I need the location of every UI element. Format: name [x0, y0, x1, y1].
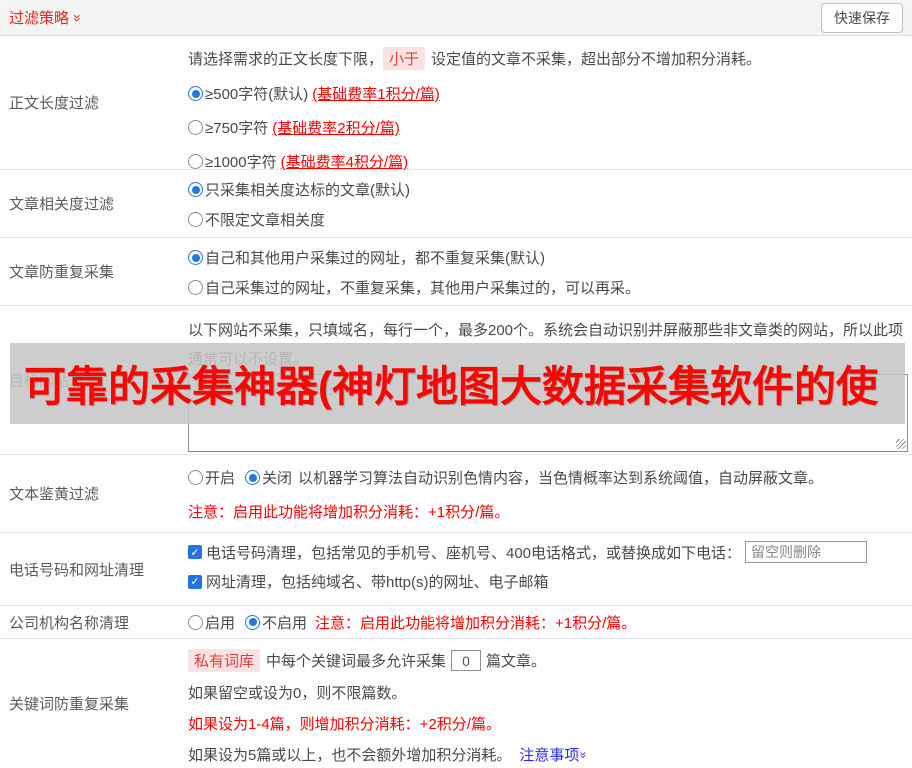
row-keyword-dedup: 关键词防重复采集 私有词库 中每个关键词最多允许采集 篇文章。 如果留空或设为0… — [0, 639, 912, 768]
row-relevance-label: 文章相关度过滤 — [9, 196, 115, 213]
length-intro-badge: 小于 — [383, 47, 426, 70]
topbar: 过滤策略 » 快速保存 — [0, 0, 912, 36]
porn-options-line: 开启 关闭 以机器学习算法自动识别色情内容，当色情概率达到系统阈值，自动屏蔽文章… — [188, 467, 906, 488]
length-option-750[interactable]: ≥750字符 (基础费率2积分/篇) — [188, 117, 906, 138]
length-option-750-label: ≥750字符 — [205, 120, 269, 137]
chevron-down-icon: » — [576, 751, 591, 758]
company-option-on-label[interactable]: 启用 — [205, 612, 235, 633]
relevance-option-strict[interactable]: 只采集相关度达标的文章(默认) — [188, 179, 906, 200]
keyword-limit-line: 私有词库 中每个关键词最多允许采集 篇文章。 — [188, 649, 906, 672]
url-clean-label: 网址清理，包括纯域名、带http(s)的网址、电子邮箱 — [206, 574, 549, 591]
row-length-label: 正文长度过滤 — [9, 95, 100, 112]
length-option-500-label: ≥500字符(默认) — [205, 86, 309, 103]
notice-link-label: 注意事项 — [519, 747, 580, 764]
length-option-750-fee: (基础费率2积分/篇) — [272, 120, 400, 137]
resize-grip-icon[interactable] — [896, 439, 906, 449]
keyword-limit-input[interactable] — [451, 650, 482, 671]
radio-checked-icon[interactable] — [245, 614, 261, 630]
dedup-option-global-label: 自己和其他用户采集过的网址，都不重复采集(默认) — [205, 250, 545, 267]
length-intro-suffix: 设定值的文章不采集，超出部分不增加积分消耗。 — [431, 51, 762, 68]
row-porn-content: 开启 关闭 以机器学习算法自动识别色情内容，当色情概率达到系统阈值，自动屏蔽文章… — [188, 455, 912, 532]
row-phone-content: ✓ 电话号码清理，包括常见的手机号、座机号、400电话格式，或替换成如下电话： … — [188, 533, 912, 605]
row-phone-url-clean: 电话号码和网址清理 ✓ 电话号码清理，包括常见的手机号、座机号、400电话格式，… — [0, 533, 912, 606]
company-note: 注意：启用此功能将增加积分消耗：+1积分/篇。 — [315, 614, 637, 632]
chevron-down-icon: » — [69, 13, 86, 22]
keyword-limit-suffix: 篇文章。 — [486, 653, 547, 670]
dedup-option-global[interactable]: 自己和其他用户采集过的网址，都不重复采集(默认) — [188, 247, 906, 268]
company-option-off-label[interactable]: 不启用 — [262, 612, 307, 633]
length-option-500-fee: (基础费率1积分/篇) — [312, 86, 440, 103]
row-company-label: 公司机构名称清理 — [9, 614, 130, 632]
row-length-content: 请选择需求的正文长度下限， 小于 设定值的文章不采集，超出部分不增加积分消耗。 … — [188, 36, 912, 172]
row-porn-label: 文本鉴黄过滤 — [9, 486, 100, 503]
page-title-text: 过滤策略 — [9, 10, 70, 27]
phone-clean-line: ✓ 电话号码清理，包括常见的手机号、座机号、400电话格式，或替换成如下电话： — [188, 541, 906, 563]
row-company-content: 启用 不启用 注意：启用此功能将增加积分消耗：+1积分/篇。 — [188, 606, 912, 638]
relevance-option-strict-label: 只采集相关度达标的文章(默认) — [205, 182, 410, 199]
relevance-option-any[interactable]: 不限定文章相关度 — [188, 209, 906, 230]
keyword-note-zero: 如果留空或设为0，则不限篇数。 — [188, 685, 407, 702]
porn-note: 注意：启用此功能将增加积分消耗：+1积分/篇。 — [188, 504, 510, 521]
radio-icon[interactable] — [188, 470, 203, 485]
radio-icon[interactable] — [188, 280, 203, 295]
radio-checked-icon[interactable] — [188, 250, 203, 265]
length-option-1000-label: ≥1000字符 — [205, 154, 277, 171]
row-dedup-label: 文章防重复采集 — [9, 264, 115, 281]
row-relevance-filter: 文章相关度过滤 只采集相关度达标的文章(默认) 不限定文章相关度 — [0, 170, 912, 238]
url-clean-line: ✓ 网址清理，包括纯域名、带http(s)的网址、电子邮箱 — [188, 571, 906, 592]
porn-option-on-label[interactable]: 开启 — [205, 467, 235, 488]
phone-clean-label: 电话号码清理，包括常见的手机号、座机号、400电话格式，或替换成如下电话： — [206, 544, 742, 562]
page-title[interactable]: 过滤策略 » — [9, 7, 86, 28]
row-keyword-label: 关键词防重复采集 — [9, 696, 130, 713]
company-options-line: 启用 不启用 注意：启用此功能将增加积分消耗：+1积分/篇。 — [188, 612, 636, 633]
row-length-filter: 正文长度过滤 请选择需求的正文长度下限， 小于 设定值的文章不采集，超出部分不增… — [0, 36, 912, 172]
radio-checked-icon[interactable] — [188, 182, 203, 197]
length-option-1000[interactable]: ≥1000字符 (基础费率4积分/篇) — [188, 151, 906, 172]
dedup-option-own-label: 自己采集过的网址，不重复采集，其他用户采集过的，可以再采。 — [205, 280, 641, 297]
row-relevance-content: 只采集相关度达标的文章(默认) 不限定文章相关度 — [188, 170, 912, 237]
row-phone-label: 电话号码和网址清理 — [9, 561, 145, 579]
watermark-banner: 可靠的采集神器(神灯地图大数据采集软件的使 — [10, 343, 905, 424]
length-intro: 请选择需求的正文长度下限， 小于 设定值的文章不采集，超出部分不增加积分消耗。 — [188, 47, 906, 70]
quick-save-button[interactable]: 快速保存 — [821, 2, 903, 33]
radio-icon[interactable] — [188, 212, 203, 227]
keyword-limit-text: 中每个关键词最多允许采集 — [266, 653, 447, 670]
radio-icon[interactable] — [188, 120, 203, 135]
length-option-500[interactable]: ≥500字符(默认) (基础费率1积分/篇) — [188, 83, 906, 104]
length-option-1000-fee: (基础费率4积分/篇) — [280, 154, 409, 171]
radio-checked-icon[interactable] — [188, 86, 203, 101]
filter-strategy-page: 过滤策略 » 快速保存 正文长度过滤 请选择需求的正文长度下限， 小于 设定值的… — [0, 0, 912, 768]
keyword-note-five-line: 如果设为5篇或以上，也不会额外增加积分消耗。 注意事项 » — [188, 744, 906, 765]
porn-option-off-label[interactable]: 关闭 — [262, 467, 292, 488]
checkbox-checked-icon[interactable]: ✓ — [188, 545, 202, 559]
watermark-text: 可靠的采集神器(神灯地图大数据采集软件的使 — [24, 363, 878, 410]
length-intro-prefix: 请选择需求的正文长度下限， — [188, 51, 384, 68]
row-keyword-content: 私有词库 中每个关键词最多允许采集 篇文章。 如果留空或设为0，则不限篇数。 如… — [188, 639, 912, 768]
keyword-note-five: 如果设为5篇或以上，也不会额外增加积分消耗。 — [188, 747, 512, 764]
radio-checked-icon[interactable] — [245, 470, 261, 485]
row-dedup-content: 自己和其他用户采集过的网址，都不重复采集(默认) 自己采集过的网址，不重复采集，… — [188, 238, 912, 305]
row-porn-filter: 文本鉴黄过滤 开启 关闭 以机器学习算法自动识别色情内容，当色情概率达到系统阈值… — [0, 455, 912, 533]
dedup-option-own[interactable]: 自己采集过的网址，不重复采集，其他用户采集过的，可以再采。 — [188, 277, 906, 298]
radio-icon[interactable] — [188, 154, 203, 169]
replace-phone-input[interactable] — [745, 541, 868, 563]
keyword-note-fee: 如果设为1-4篇，则增加积分消耗：+2积分/篇。 — [188, 716, 501, 733]
private-lexicon-badge[interactable]: 私有词库 — [188, 649, 261, 672]
row-dedup: 文章防重复采集 自己和其他用户采集过的网址，都不重复采集(默认) 自己采集过的网… — [0, 238, 912, 306]
relevance-option-any-label: 不限定文章相关度 — [205, 212, 326, 229]
notice-link[interactable]: 注意事项 » — [519, 744, 591, 765]
porn-desc: 以机器学习算法自动识别色情内容，当色情概率达到系统阈值，自动屏蔽文章。 — [298, 470, 824, 487]
radio-icon[interactable] — [188, 614, 203, 630]
checkbox-checked-icon[interactable]: ✓ — [188, 574, 202, 589]
row-company-clean: 公司机构名称清理 启用 不启用 注意：启用此功能将增加积分消耗：+1积分/篇。 — [0, 606, 912, 639]
